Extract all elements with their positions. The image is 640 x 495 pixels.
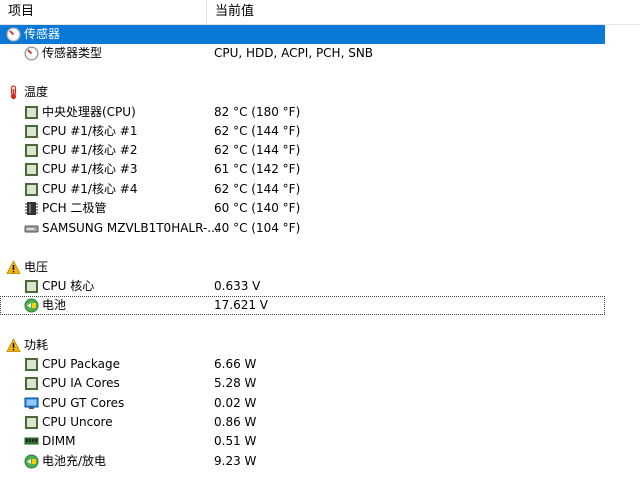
chip-icon	[24, 105, 39, 120]
tree-row-cpu-uncore[interactable]: CPU Uncore 0.86 W	[0, 413, 605, 432]
chip-icon	[24, 162, 39, 177]
row-label: CPU 核心	[42, 279, 95, 293]
sensor-gauge-icon	[6, 27, 21, 42]
chip-icon	[24, 376, 39, 391]
gpu-icon	[24, 396, 39, 411]
chip-icon	[24, 279, 39, 294]
ssd-icon	[24, 221, 39, 236]
row-label: CPU Uncore	[42, 415, 113, 429]
row-label: CPU #1/核心 #4	[42, 182, 138, 196]
chip-icon	[24, 182, 39, 197]
row-label: DIMM	[42, 434, 76, 448]
category-voltage[interactable]: 电压	[0, 258, 605, 277]
tree-row-core3[interactable]: CPU #1/核心 #3 61 °C (142 °F)	[0, 160, 605, 179]
battery-icon	[24, 298, 39, 313]
row-label: 电池充/放电	[42, 454, 107, 468]
chip-icon	[24, 415, 39, 430]
column-item-header[interactable]: 项目	[0, 0, 207, 24]
column-header: 项目 当前值	[0, 0, 640, 25]
row-value: 0.02 W	[214, 396, 257, 410]
row-value: CPU, HDD, ACPI, PCH, SNB	[214, 46, 374, 60]
row-label: PCH 二极管	[42, 201, 107, 215]
row-value: 9.23 W	[214, 454, 257, 468]
row-value: 62 °C (144 °F)	[214, 124, 301, 138]
tree-row-battery-charge[interactable]: 电池充/放电 9.23 W	[0, 452, 605, 471]
row-value: 0.633 V	[214, 279, 261, 293]
chip-icon	[24, 124, 39, 139]
category-temperature[interactable]: 温度	[0, 83, 605, 102]
category-power[interactable]: 功耗	[0, 336, 605, 355]
row-label: CPU GT Cores	[42, 396, 125, 410]
chip-icon	[24, 143, 39, 158]
row-value: 0.51 W	[214, 434, 257, 448]
row-label: 传感器类型	[42, 46, 103, 60]
row-value: 17.621 V	[214, 298, 269, 312]
tree-row-core2[interactable]: CPU #1/核心 #2 62 °C (144 °F)	[0, 141, 605, 160]
tree-row-cpu-gt-cores[interactable]: CPU GT Cores 0.02 W	[0, 394, 605, 413]
category-label: 功耗	[24, 338, 49, 352]
tree-row-pch[interactable]: PCH 二极管 60 °C (140 °F)	[0, 199, 605, 218]
tree-row-sensor-type[interactable]: 传感器类型 CPU, HDD, ACPI, PCH, SNB	[0, 44, 605, 63]
tree-row-ssd[interactable]: SAMSUNG MZVLB1T0HALR-... 40 °C (104 °F)	[0, 219, 605, 238]
tree-row-dimm[interactable]: DIMM 0.51 W	[0, 432, 605, 451]
warning-icon	[6, 260, 21, 275]
category-label: 温度	[24, 85, 49, 99]
sensor-gauge-icon	[24, 46, 39, 61]
row-label: CPU #1/核心 #2	[42, 143, 138, 157]
tree-row-cpu-package[interactable]: CPU Package 6.66 W	[0, 355, 605, 374]
tree-row-battery-voltage[interactable]: 电池 17.621 V	[0, 296, 605, 315]
row-value: 5.28 W	[214, 376, 257, 390]
row-value: 40 °C (104 °F)	[214, 221, 301, 235]
tree-row-core4[interactable]: CPU #1/核心 #4 62 °C (144 °F)	[0, 180, 605, 199]
category-label: 传感器	[24, 27, 61, 41]
row-value: 62 °C (144 °F)	[214, 143, 301, 157]
row-label: CPU Package	[42, 357, 120, 371]
row-value: 60 °C (140 °F)	[214, 201, 301, 215]
row-label: SAMSUNG MZVLB1T0HALR-...	[42, 221, 219, 235]
row-label: CPU IA Cores	[42, 376, 120, 390]
row-label: 电池	[42, 298, 67, 312]
row-value: 6.66 W	[214, 357, 257, 371]
tree-row-core1[interactable]: CPU #1/核心 #1 62 °C (144 °F)	[0, 122, 605, 141]
row-label: CPU #1/核心 #3	[42, 162, 138, 176]
row-label: CPU #1/核心 #1	[42, 124, 138, 138]
chip-icon	[24, 357, 39, 372]
tree-row-cpu[interactable]: 中央处理器(CPU) 82 °C (180 °F)	[0, 103, 605, 122]
row-value: 0.86 W	[214, 415, 257, 429]
tree-row-cpu-ia-cores[interactable]: CPU IA Cores 5.28 W	[0, 374, 605, 393]
warning-icon	[6, 338, 21, 353]
row-value: 61 °C (142 °F)	[214, 162, 301, 176]
column-value-header[interactable]: 当前值	[207, 0, 615, 24]
category-label: 电压	[24, 260, 49, 274]
thermometer-icon	[6, 85, 21, 100]
row-label: 中央处理器(CPU)	[42, 105, 136, 119]
pch-chip-icon	[24, 201, 39, 216]
category-sensor[interactable]: 传感器	[0, 25, 605, 44]
dimm-icon	[24, 434, 39, 449]
tree-row-cpu-core-voltage[interactable]: CPU 核心 0.633 V	[0, 277, 605, 296]
battery-icon	[24, 454, 39, 469]
row-value: 82 °C (180 °F)	[214, 105, 301, 119]
row-value: 62 °C (144 °F)	[214, 182, 301, 196]
